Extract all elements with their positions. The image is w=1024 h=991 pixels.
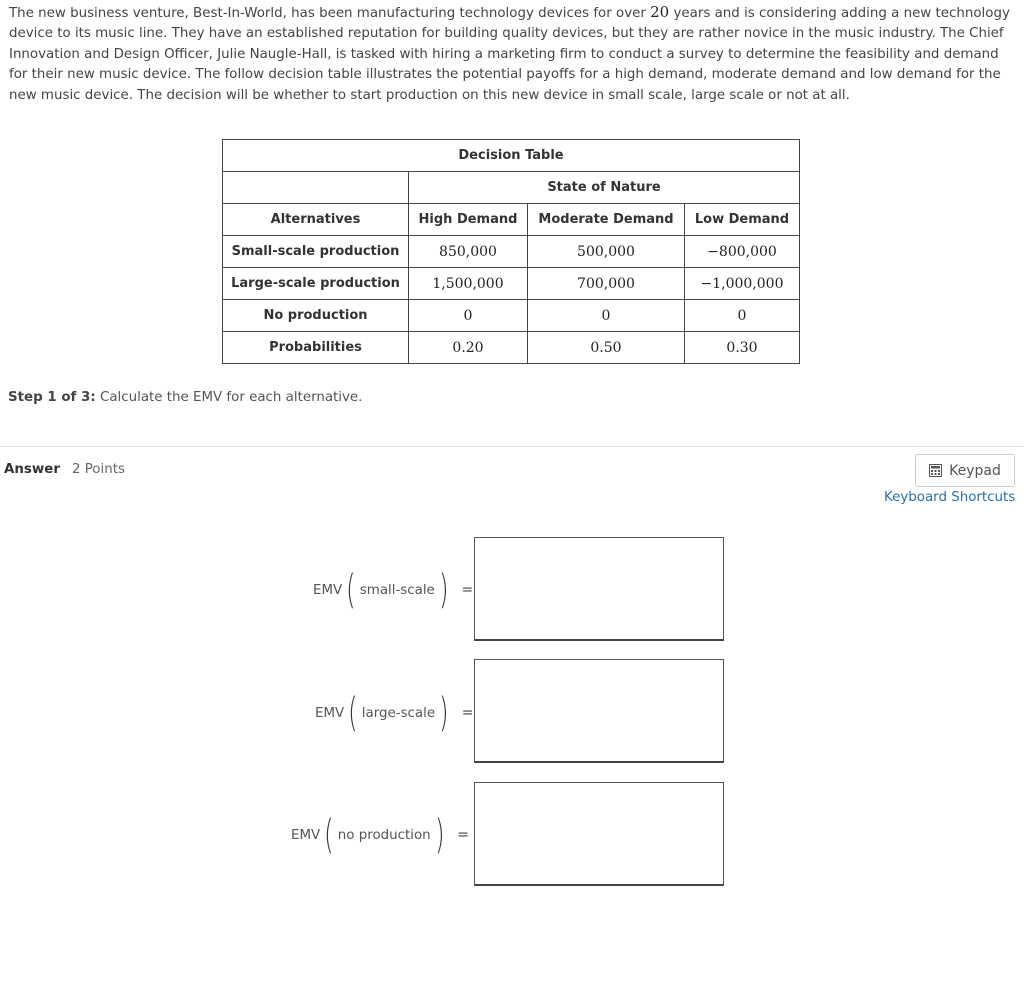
divider	[0, 446, 1024, 447]
row-label: No production	[222, 299, 409, 332]
right-paren: )	[438, 567, 449, 613]
table-title: Decision Table	[222, 139, 800, 172]
emv-expression: EMV(no production)=$	[291, 781, 486, 889]
left-paren: (	[324, 812, 334, 858]
cell: 1,500,000	[408, 267, 528, 300]
points-label: 2 Points	[71, 462, 125, 477]
equals-sign: =	[461, 582, 474, 598]
equals-sign: =	[461, 705, 474, 721]
emv-large-scale-input[interactable]	[474, 659, 724, 763]
emv-expression: EMV(small-scale)=$	[313, 536, 490, 644]
emv-fn: EMV	[315, 705, 345, 721]
emv-row-small-scale: EMV(small-scale)=$	[0, 536, 1024, 644]
emv-arg: no production	[337, 827, 431, 843]
cell: 700,000	[527, 267, 685, 300]
decision-table: Decision Table State of Nature Alternati…	[222, 139, 800, 364]
step-text: Calculate the EMV for each alternative.	[95, 390, 363, 405]
row-label: Large-scale production	[222, 267, 409, 300]
right-paren: )	[434, 812, 445, 858]
col-header: High Demand	[408, 203, 528, 236]
table-row: Probabilities 0.20 0.50 0.30	[222, 331, 800, 364]
emv-small-scale-input[interactable]	[474, 537, 724, 641]
col-header: Low Demand	[684, 203, 800, 236]
keypad-label: Keypad	[949, 462, 1001, 479]
equals-sign: =	[457, 827, 469, 843]
problem-statement: The new business venture, Best-In-World,…	[9, 2, 1014, 106]
intro-years: 20	[650, 3, 670, 21]
emv-arg: small-scale	[359, 582, 435, 598]
col-header: Moderate Demand	[527, 203, 685, 236]
state-of-nature-header: State of Nature	[408, 171, 800, 204]
cell: 0	[527, 299, 685, 332]
empty-header-cell	[222, 171, 409, 204]
cell: −800,000	[684, 235, 800, 268]
cell: 0.20	[408, 331, 528, 364]
cell: 0	[684, 299, 800, 332]
col-header: Alternatives	[222, 203, 409, 236]
column-header-row: Alternatives High Demand Moderate Demand…	[222, 203, 800, 236]
emv-no-production-input[interactable]	[474, 782, 724, 886]
row-label: Probabilities	[222, 331, 409, 364]
answer-header: Answer 2 Points	[4, 462, 125, 477]
right-paren: )	[439, 690, 449, 736]
row-label: Small-scale production	[222, 235, 409, 268]
intro-text-1: The new business venture, Best-In-World,…	[9, 6, 651, 21]
cell: 500,000	[527, 235, 685, 268]
cell: −1,000,000	[684, 267, 800, 300]
table-row: Small-scale production 850,000 500,000 −…	[222, 235, 800, 268]
emv-arg: large-scale	[361, 705, 436, 721]
left-paren: (	[348, 690, 358, 736]
cell: 850,000	[408, 235, 528, 268]
calculator-icon	[929, 464, 943, 477]
cell: 0.50	[527, 331, 685, 364]
cell: 0.30	[684, 331, 800, 364]
table-row: No production 0 0 0	[222, 299, 800, 332]
emv-row-no-production: EMV(no production)=$	[0, 781, 1024, 889]
cell: 0	[408, 299, 528, 332]
table-row: Large-scale production 1,500,000 700,000…	[222, 267, 800, 300]
answer-label: Answer	[4, 462, 60, 477]
step-prefix: Step 1 of 3:	[8, 390, 96, 405]
emv-fn: EMV	[291, 827, 321, 843]
keyboard-shortcuts-link[interactable]: Keyboard Shortcuts	[884, 490, 1015, 505]
left-paren: (	[346, 567, 356, 613]
emv-expression: EMV(large-scale)=$	[315, 659, 490, 767]
emv-fn: EMV	[313, 582, 343, 598]
emv-row-large-scale: EMV(large-scale)=$	[0, 659, 1024, 767]
keypad-button[interactable]: Keypad	[915, 454, 1015, 487]
step-instruction: Step 1 of 3: Calculate the EMV for each …	[8, 390, 362, 405]
